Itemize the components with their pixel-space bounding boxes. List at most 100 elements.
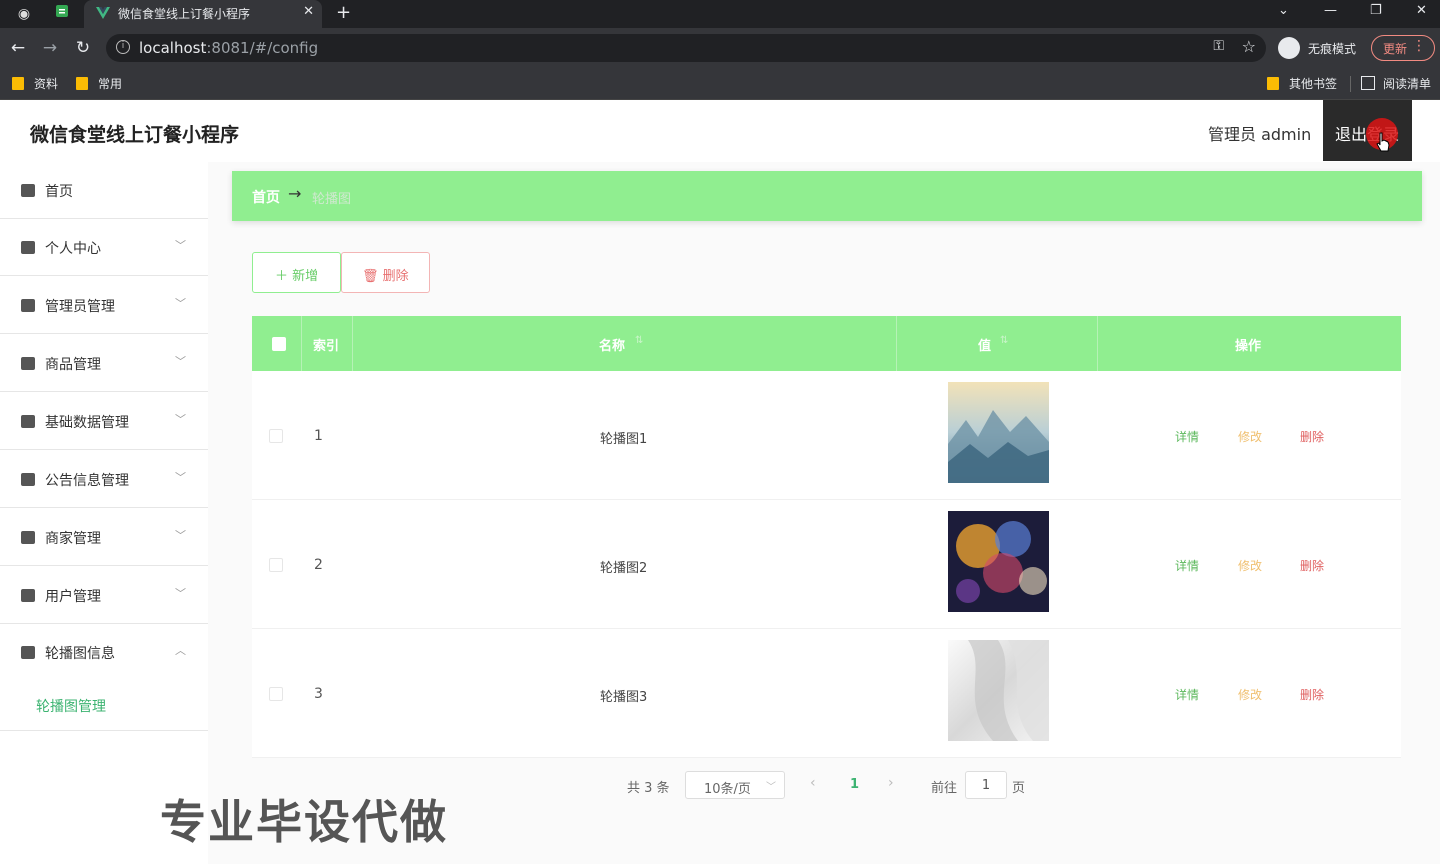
browser-tab-bar: ◉ 微信食堂线上订餐小程序 ✕ + ⌄ — ❐ ✕ [0,0,1440,28]
password-key-icon[interactable]: ⚿ [1213,38,1224,54]
bookmark-label: 阅读清单 [1383,77,1432,91]
sidebar-item-basedata[interactable]: 基础数据管理 ﹀ [0,393,208,450]
row-index: 3 [314,686,323,702]
minimize-icon[interactable]: — [1324,3,1337,18]
forward-icon[interactable]: → [39,37,61,59]
carousel-image-silk[interactable] [948,640,1049,741]
users-icon [21,589,35,602]
page-number-current[interactable]: 1 [850,777,859,792]
site-info-icon[interactable]: i [116,40,130,54]
row-name: 轮播图1 [600,432,648,447]
row-name: 轮播图2 [600,561,648,576]
admin-label: 管理员 admin [1208,125,1312,144]
back-icon[interactable]: ← [7,37,29,59]
sheet-app-icon[interactable] [52,4,72,24]
sidebar-subitem-label: 轮播图管理 [36,699,106,715]
update-button[interactable]: 更新 ⋮ [1371,35,1435,61]
goto-page-input[interactable] [965,771,1007,799]
reload-icon[interactable]: ↻ [72,37,94,59]
table-row: 1 轮播图1 详情 修改 删除 [252,371,1401,500]
pagination-total: 共 3 条 [627,781,670,796]
carousel-image-mountains[interactable] [948,382,1049,483]
grid-icon [21,473,35,486]
window-close-icon[interactable]: ✕ [1416,3,1427,18]
delete-link[interactable]: 删除 [1300,557,1324,574]
home-icon [21,184,35,197]
tab-title: 微信食堂线上订餐小程序 [118,7,251,21]
breadcrumb-arrow-icon: → [288,184,302,203]
batch-delete-button[interactable]: 🗑 删除 [341,252,430,293]
address-bar[interactable]: i localhost:8081/#/config ⚿ ☆ [106,34,1266,62]
clipboard-icon [21,531,35,544]
bookmark-label: 资料 [34,77,59,91]
trash-icon: 🗑 [362,269,379,284]
incognito-label: 无痕模式 [1308,42,1357,56]
sidebar-item-notices[interactable]: 公告信息管理 ﹀ [0,451,208,508]
delete-link[interactable]: 删除 [1300,686,1324,703]
admin-icon [21,299,35,312]
watermark-text: 专业毕设代做 [160,795,448,849]
sidebar-item-home[interactable]: 首页 [0,162,208,219]
page-size-select[interactable]: 10条/页 ﹀ [685,771,785,799]
row-checkbox[interactable] [269,429,283,443]
chevron-down-icon: ﹀ [175,297,186,310]
row-checkbox[interactable] [269,687,283,701]
bookmarks-bar: 资料 常用 其他书签 阅读清单 [0,68,1440,100]
vue-logo-icon [96,7,110,19]
add-button[interactable]: ＋ 新增 [252,252,341,293]
edit-link[interactable]: 修改 [1238,557,1262,574]
prev-page-icon[interactable]: ‹ [810,775,816,791]
column-header-index[interactable]: 索引 [302,316,353,371]
sidebar-subitem-carousel-manage[interactable]: 轮播图管理 [0,682,208,731]
bookmarks-divider [1350,76,1351,92]
incognito-icon [1278,37,1300,59]
folder-icon [76,77,88,90]
browser-menu-icon[interactable]: ◉ [14,4,34,24]
sidebar: 首页 个人中心 ﹀ 管理员管理 ﹀ 商品管理 ﹀ 基础数据管理 ﹀ 公告信息管理… [0,162,208,864]
sidebar-item-carousel[interactable]: 轮播图信息 ︿ [0,624,208,681]
edit-link[interactable]: 修改 [1238,428,1262,445]
breadcrumb: 首页 → 轮播图 [232,171,1422,221]
chevron-down-icon: ﹀ [175,471,186,484]
sidebar-item-merchants[interactable]: 商家管理 ﹀ [0,509,208,566]
sidebar-item-admins[interactable]: 管理员管理 ﹀ [0,277,208,334]
carousel-image-bokeh[interactable] [948,511,1049,612]
sidebar-item-label: 首页 [45,184,73,200]
breadcrumb-home[interactable]: 首页 [252,187,280,207]
detail-link[interactable]: 详情 [1175,428,1199,445]
carousel-table: 索引 名称 ⇅ 值 ⇅ 操作 1 轮播图1 详情 修改 删除 2 轮播图2 详情… [252,316,1401,758]
sidebar-item-label: 轮播图信息 [45,646,115,662]
restore-icon[interactable]: ❐ [1370,3,1382,18]
next-page-icon[interactable]: › [888,775,894,791]
row-checkbox[interactable] [269,558,283,572]
select-all-checkbox[interactable] [272,337,286,351]
table-row: 3 轮播图3 详情 修改 删除 [252,629,1401,758]
row-index: 2 [314,557,323,573]
column-header-value[interactable]: 值 ⇅ [897,316,1098,371]
detail-link[interactable]: 详情 [1175,686,1199,703]
edit-link[interactable]: 修改 [1238,686,1262,703]
new-tab-icon[interactable]: + [336,2,351,23]
delete-link[interactable]: 删除 [1300,428,1324,445]
column-header-name[interactable]: 名称 ⇅ [353,316,897,371]
update-label: 更新 [1383,42,1408,56]
sidebar-item-goods[interactable]: 商品管理 ﹀ [0,335,208,392]
sidebar-item-profile[interactable]: 个人中心 ﹀ [0,219,208,276]
sort-icon[interactable]: ⇅ [635,335,643,346]
add-button-label: ＋ 新增 [275,269,319,284]
chevron-down-icon: ﹀ [175,413,186,426]
sort-icon[interactable]: ⇅ [1000,335,1008,346]
page-unit-label: 页 [1012,781,1026,796]
tab-search-chevron-icon[interactable]: ⌄ [1278,3,1289,18]
bookmark-star-icon[interactable]: ☆ [1242,37,1256,56]
browser-tab-active[interactable]: 微信食堂线上订餐小程序 ✕ [84,0,322,28]
goods-icon [21,357,35,370]
column-label: 操作 [1235,339,1262,354]
chevron-up-icon: ︿ [175,644,186,657]
chevron-down-icon: ﹀ [175,587,186,600]
detail-link[interactable]: 详情 [1175,557,1199,574]
row-index: 1 [314,428,323,444]
sidebar-item-users[interactable]: 用户管理 ﹀ [0,567,208,624]
app-header: 微信食堂线上订餐小程序 管理员 admin 退出登录 [0,100,1440,162]
tab-close-icon[interactable]: ✕ [303,4,314,19]
